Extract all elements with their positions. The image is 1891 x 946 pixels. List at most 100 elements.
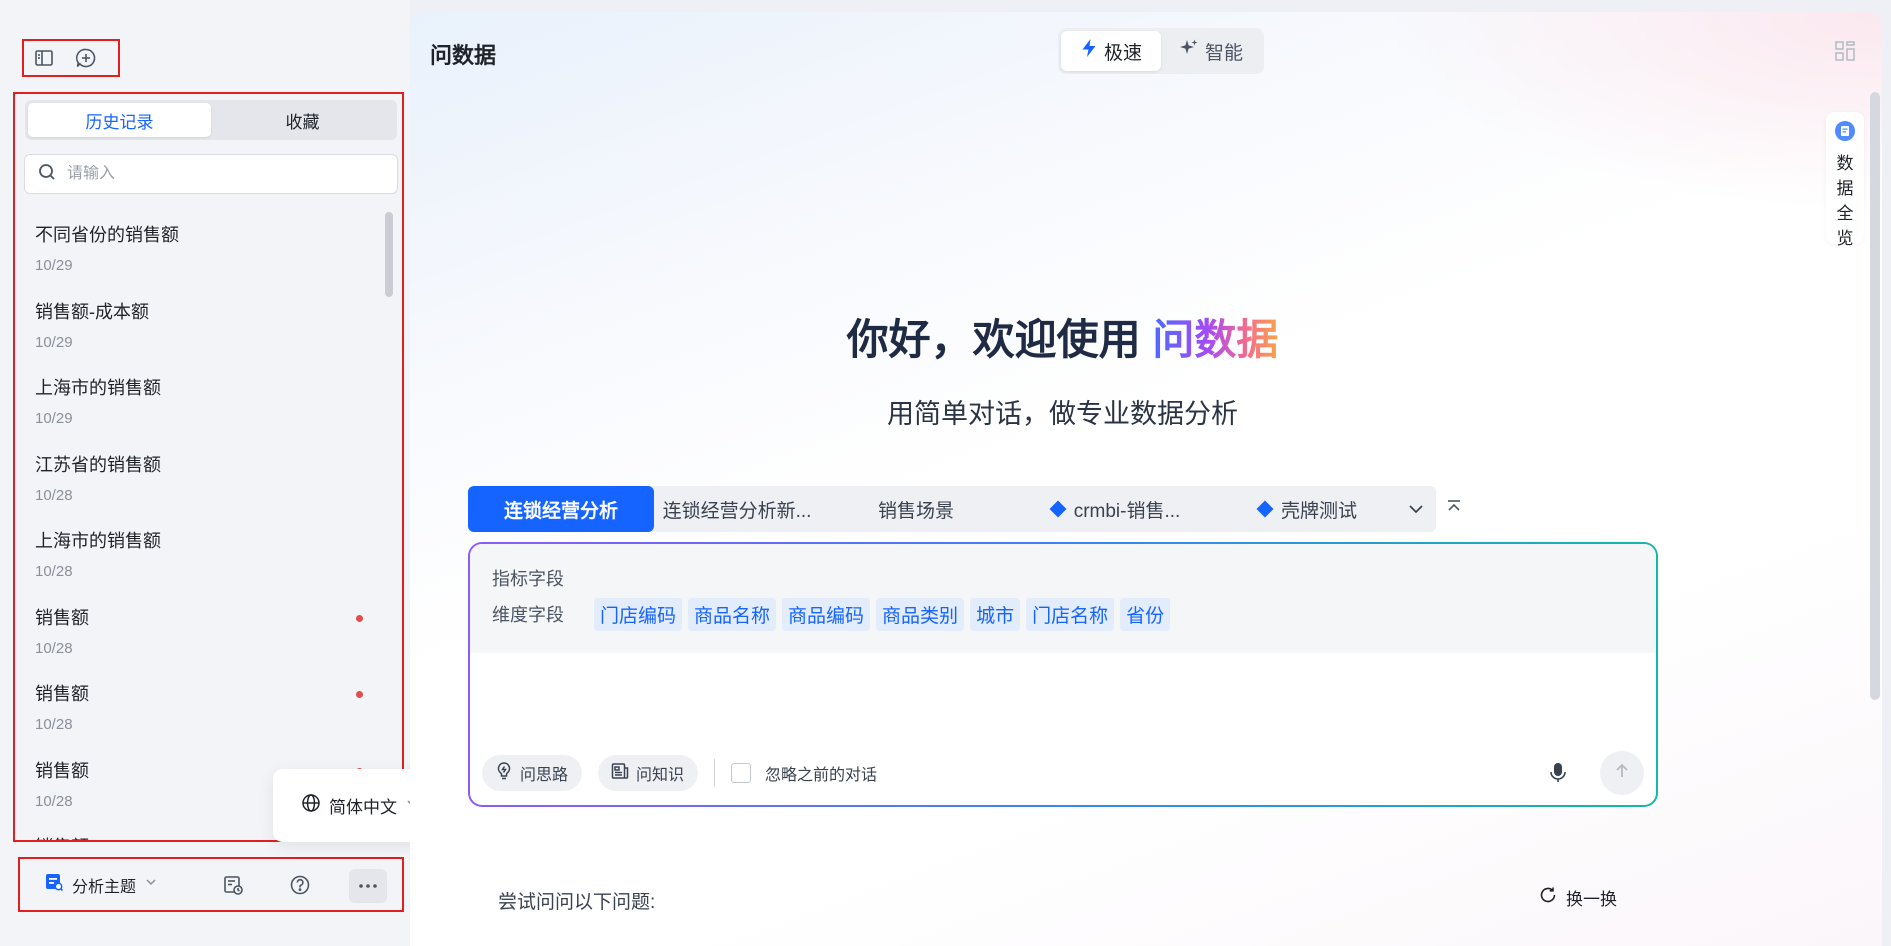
help-icon[interactable] xyxy=(285,870,315,900)
topic-tab[interactable]: 壳牌测试 xyxy=(1220,486,1396,532)
lightbulb-icon xyxy=(494,761,514,786)
mode-smart-label: 智能 xyxy=(1204,42,1243,64)
history-panel: 历史记录 收藏 不同省份的销售额10/29销售额-成本额10/29上海市的销售额… xyxy=(13,92,404,842)
dimension-chip[interactable]: 门店名称 xyxy=(1026,597,1115,631)
history-item-date: 10/28 xyxy=(35,486,73,504)
metric-field-label: 指标字段 xyxy=(492,569,564,589)
globe-icon xyxy=(301,793,321,818)
search-icon xyxy=(37,162,57,187)
history-item[interactable]: 不同省份的销售额 10/29 xyxy=(15,209,387,286)
topic-tabs: 连锁经营分析 连锁经营分析新... 销售场景 crmbi-销售... 壳牌测试 xyxy=(468,486,1436,532)
history-item[interactable]: 销售额 10/28 xyxy=(15,592,387,669)
history-item[interactable]: 江苏省的销售额 10/28 xyxy=(15,439,387,516)
history-item-title: 销售额 xyxy=(35,684,89,704)
history-item-date: 10/29 xyxy=(35,257,73,274)
history-list: 不同省份的销售额 10/29 销售额-成本额 10/29 上海市的销售额 10/29 江苏省… xyxy=(15,209,387,840)
search-input[interactable] xyxy=(67,165,367,183)
schedule-icon[interactable] xyxy=(218,870,248,900)
history-item[interactable]: 上海市的销售额 10/29 xyxy=(15,362,387,439)
topic-diamond-icon xyxy=(1256,500,1274,518)
language-label: 简体中文 xyxy=(329,798,397,817)
ask-knowledge-label: 问知识 xyxy=(636,767,685,784)
collapse-icon[interactable] xyxy=(1445,498,1463,521)
history-item-date: 10/29 xyxy=(35,410,73,427)
history-item-title: 上海市的销售额 xyxy=(35,531,161,551)
history-item-date: 10/28 xyxy=(35,563,73,580)
history-item-title: 上海市的销售额 xyxy=(35,378,161,398)
hero-brand: 问数据 xyxy=(1152,316,1279,363)
ignore-history-label: 忽略之前的对话 xyxy=(765,767,878,784)
history-item-title: 销售额 xyxy=(35,607,89,628)
hero-greeting: 你好，欢迎使用 xyxy=(846,316,1153,363)
ask-path-label: 问思路 xyxy=(520,767,569,784)
query-input-box: 指标字段 维度字段 门店编码 商品名称 商品编码 商品类别 城市 门店名称 省份 问思路 xyxy=(468,542,1658,807)
toolbar-divider xyxy=(714,759,716,787)
dimension-chip[interactable]: 省份 xyxy=(1120,597,1171,631)
mode-fast-label: 极速 xyxy=(1103,42,1142,64)
more-icon[interactable] xyxy=(349,869,387,903)
data-overview-card[interactable]: 数据全览 xyxy=(1826,112,1864,248)
chevron-down-icon xyxy=(144,875,158,894)
unread-dot xyxy=(356,614,363,622)
mode-smart[interactable]: 智能 xyxy=(1161,31,1261,71)
main-panel: 问数据 极速 智能 数据全览 你好，欢迎使用 问数据 用简单对话，做专业数据分析… xyxy=(410,12,1882,946)
sidebar-toggle-icon[interactable] xyxy=(32,46,56,70)
topic-tab[interactable]: crmbi-销售... xyxy=(1012,486,1220,532)
sidebar-bottom-bar: 分析主题 xyxy=(18,857,404,912)
send-button[interactable] xyxy=(1600,751,1644,795)
sidebar: 历史记录 收藏 不同省份的销售额10/29销售额-成本额10/29上海市的销售额… xyxy=(0,0,458,946)
topic-tab[interactable]: 销售场景 xyxy=(820,486,1012,532)
tab-history[interactable]: 历史记录 xyxy=(28,103,211,137)
hero-subtitle: 用简单对话，做专业数据分析 xyxy=(887,399,1238,429)
mode-fast[interactable]: 极速 xyxy=(1061,31,1161,71)
microphone-icon[interactable] xyxy=(1548,761,1568,790)
dimension-chip[interactable]: 商品编码 xyxy=(782,597,871,631)
history-item[interactable]: 上海市的销售额 10/28 xyxy=(15,515,387,592)
theme-icon xyxy=(44,872,64,897)
unread-dot xyxy=(356,691,363,698)
dimension-chip[interactable]: 城市 xyxy=(970,597,1021,631)
tab-favorites[interactable]: 收藏 xyxy=(211,103,394,137)
field-hints: 指标字段 维度字段 门店编码 商品名称 商品编码 商品类别 城市 门店名称 省份 xyxy=(470,544,1656,653)
analysis-theme-label: 分析主题 xyxy=(72,878,137,896)
input-toolbar: 问思路 问知识 忽略之前的对话 xyxy=(482,751,1644,795)
doc-icon xyxy=(1834,120,1856,147)
analysis-theme-button[interactable]: 分析主题 xyxy=(44,872,158,897)
suggest-label: 尝试问问以下问题: xyxy=(498,892,656,913)
refresh-icon xyxy=(1538,885,1558,910)
lightning-icon xyxy=(1080,38,1098,64)
history-item-date: 10/28 xyxy=(35,716,73,733)
history-item-title: 不同省份的销售额 xyxy=(35,225,179,245)
dimension-chip[interactable]: 门店编码 xyxy=(594,597,683,631)
hero-title: 你好，欢迎使用 问数据 xyxy=(410,306,1715,367)
history-item-title: 销售额-成本额 xyxy=(35,301,149,322)
dimension-chip[interactable]: 商品名称 xyxy=(688,597,777,631)
refresh-button[interactable]: 换一换 xyxy=(1538,885,1617,910)
layout-grid-icon[interactable] xyxy=(1834,40,1856,67)
refresh-label: 换一换 xyxy=(1566,890,1617,909)
dimension-chip[interactable]: 商品类别 xyxy=(876,597,965,631)
ask-path-button[interactable]: 问思路 xyxy=(482,755,583,791)
topic-more-chevron-icon[interactable] xyxy=(1396,486,1436,532)
topic-tab-label: 壳牌测试 xyxy=(1280,500,1357,522)
new-chat-icon[interactable] xyxy=(74,46,98,70)
ask-knowledge-button[interactable]: 问知识 xyxy=(598,755,699,791)
history-tabs: 历史记录 收藏 xyxy=(25,100,397,140)
page-title: 问数据 xyxy=(430,43,497,68)
topic-tab-label: 连锁经营分析 xyxy=(503,500,618,522)
sidebar-top-actions xyxy=(22,39,120,77)
topic-tab[interactable]: 连锁经营分析 xyxy=(468,486,654,532)
history-item[interactable]: 销售额-成本额 10/29 xyxy=(15,286,387,363)
sparkle-icon xyxy=(1179,38,1199,64)
history-scrollbar[interactable] xyxy=(385,212,393,297)
ignore-history-checkbox[interactable] xyxy=(731,763,752,783)
arrow-up-icon xyxy=(1613,762,1631,785)
query-textarea[interactable] xyxy=(492,662,1632,732)
topic-tab-label: 连锁经营分析新... xyxy=(662,500,812,522)
topic-tab-label: crmbi-销售... xyxy=(1073,500,1181,522)
history-item[interactable]: 销售额 10/28 xyxy=(15,668,387,745)
history-item-date: 10/28 xyxy=(35,639,73,657)
main-scrollbar[interactable] xyxy=(1870,92,1880,700)
topic-tab[interactable]: 连锁经营分析新... xyxy=(654,486,820,532)
newspaper-icon xyxy=(610,761,630,786)
